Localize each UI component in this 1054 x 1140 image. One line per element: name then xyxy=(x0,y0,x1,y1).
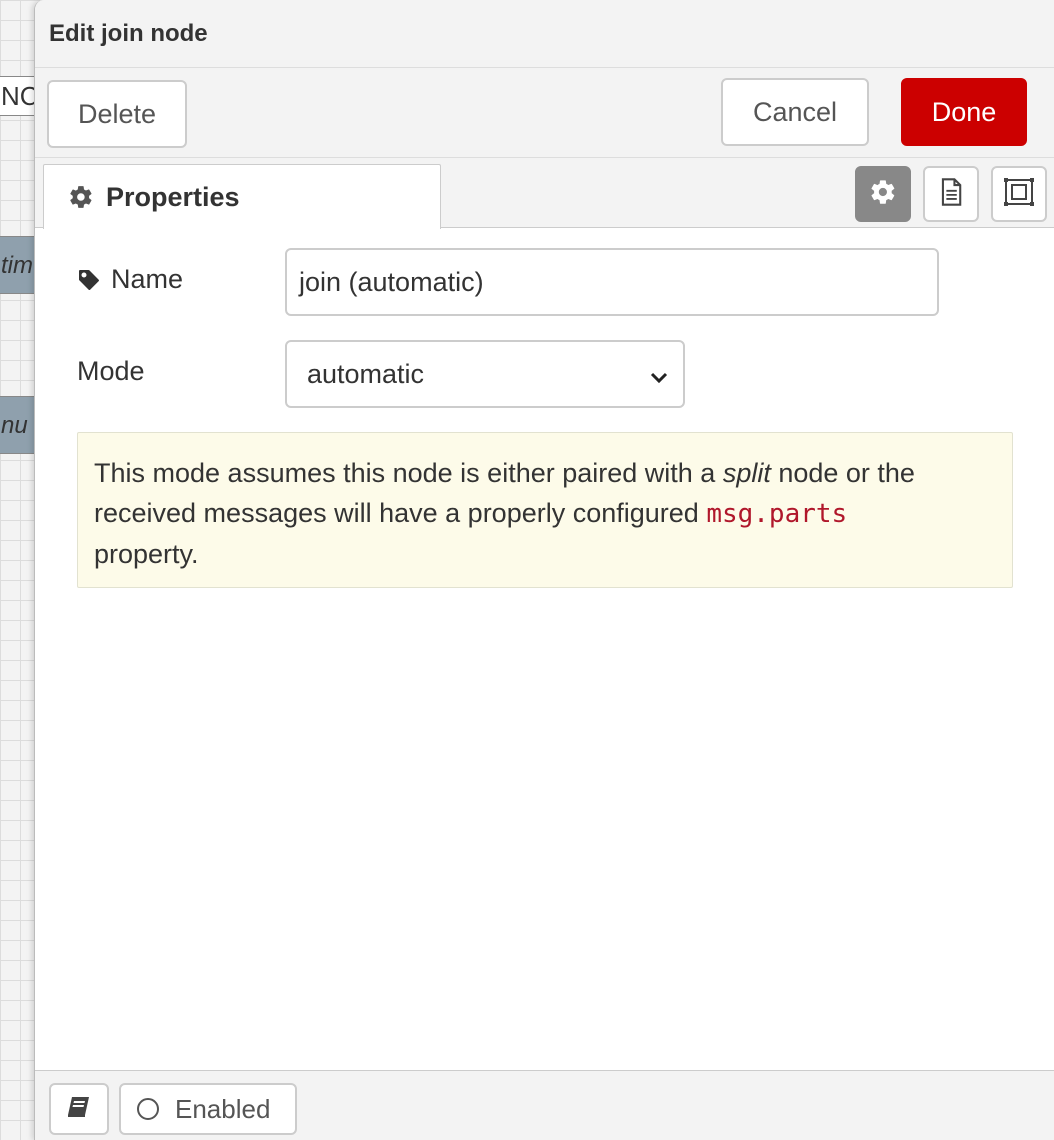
dialog-header: Edit join node xyxy=(35,0,1054,68)
name-label: Name xyxy=(77,264,183,295)
enabled-toggle[interactable]: Enabled xyxy=(119,1083,297,1135)
edit-dialog: Edit join node Delete Cancel Done Proper… xyxy=(34,0,1054,1140)
properties-form: Name join (automatic) Mode automatic Thi… xyxy=(35,228,1054,1072)
canvas-node-label: NC xyxy=(1,81,39,111)
document-icon xyxy=(937,177,965,212)
enabled-label: Enabled xyxy=(175,1093,271,1124)
cancel-button[interactable]: Cancel xyxy=(721,78,869,146)
dialog-footer: Enabled xyxy=(35,1070,1054,1140)
gear-icon xyxy=(68,184,94,210)
description-view-button[interactable] xyxy=(923,166,979,222)
tip-text: property. xyxy=(94,539,199,569)
node-help-button[interactable] xyxy=(49,1083,109,1135)
delete-button[interactable]: Delete xyxy=(47,80,187,148)
mode-select-value: automatic xyxy=(307,358,425,389)
tab-bar: Properties xyxy=(35,158,1054,229)
name-label-text: Name xyxy=(111,264,184,294)
tip-code: msg.parts xyxy=(706,499,848,529)
frame-icon xyxy=(1003,177,1035,212)
circle-icon xyxy=(137,1098,159,1120)
mode-select[interactable]: automatic xyxy=(285,340,685,408)
mode-help-tip: This mode assumes this node is either pa… xyxy=(77,432,1013,588)
dialog-toolbar: Delete Cancel Done xyxy=(35,68,1054,158)
appearance-view-button[interactable] xyxy=(991,166,1047,222)
tip-text: This mode assumes this node is either pa… xyxy=(94,458,723,488)
mode-label: Mode xyxy=(77,356,145,386)
tab-label: Properties xyxy=(106,181,240,212)
tab-properties[interactable]: Properties xyxy=(43,164,441,229)
tag-icon xyxy=(77,268,101,292)
dialog-title: Edit join node xyxy=(49,19,208,47)
done-button[interactable]: Done xyxy=(901,78,1027,146)
name-input[interactable]: join (automatic) xyxy=(285,248,939,316)
chevron-down-icon xyxy=(649,364,669,395)
properties-view-button[interactable] xyxy=(855,166,911,222)
canvas-node-label: nu xyxy=(1,412,28,439)
gear-icon xyxy=(869,178,897,211)
canvas-node-label: tim xyxy=(1,252,33,279)
book-icon xyxy=(66,1095,92,1124)
tip-emphasis: split xyxy=(722,458,771,488)
